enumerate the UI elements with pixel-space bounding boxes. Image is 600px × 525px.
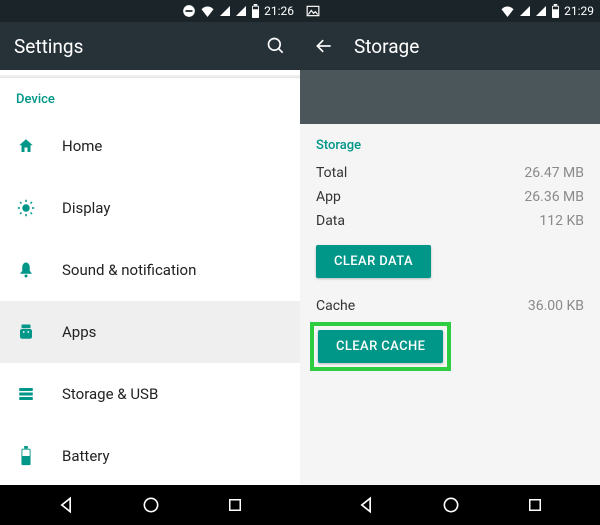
row-label: App [316,189,341,205]
list-item-label: Storage & USB [62,385,158,403]
signal-icon [235,5,247,17]
clear-cache-button[interactable]: CLEAR CACHE [318,330,443,363]
back-button[interactable] [314,36,334,56]
nav-recent[interactable] [226,496,244,514]
clear-data-button[interactable]: CLEAR DATA [316,245,431,278]
settings-item-storage[interactable]: Storage & USB [0,363,300,425]
storage-app-row: App 26.36 MB [300,185,600,209]
signal-icon [519,5,531,17]
nav-bar [0,485,300,525]
search-button[interactable] [266,36,286,56]
app-bar: Storage [300,22,600,70]
list-item-label: Sound & notification [62,261,196,279]
status-bar: 21:26 [0,0,300,22]
nav-home[interactable] [141,495,161,515]
row-value: 36.00 KB [528,298,584,314]
battery-status-icon [251,4,260,18]
page-title: Storage [354,35,586,58]
highlight-clear-cache: CLEAR CACHE [310,322,451,371]
nav-back[interactable] [356,495,376,515]
wifi-icon [200,5,215,17]
settings-item-battery[interactable]: Battery [0,425,300,485]
settings-item-sound[interactable]: Sound & notification [0,239,300,301]
wifi-icon [500,5,515,17]
app-bar: Settings [0,22,300,70]
picture-icon [306,5,320,17]
status-clock: 21:29 [564,4,594,18]
list-item-label: Battery [62,447,110,465]
list-item-label: Apps [62,323,96,341]
status-bar: 21:29 [300,0,600,22]
home-icon [16,137,36,155]
storage-screen: 21:29 Storage Storage Total 26.47 MB App… [300,0,600,525]
settings-screen: 21:26 Settings Device Home Display [0,0,300,525]
nav-home[interactable] [441,495,461,515]
storage-content: Storage Total 26.47 MB App 26.36 MB Data… [300,124,600,485]
section-header: Storage [300,124,600,161]
divider [0,70,300,78]
page-title: Settings [14,35,246,58]
status-clock: 21:26 [264,4,294,18]
nav-recent[interactable] [526,496,544,514]
row-value: 112 KB [539,213,584,229]
bell-icon [16,261,36,279]
row-label: Total [316,165,347,181]
header-block [300,70,600,124]
list-item-label: Display [62,199,110,217]
display-icon [16,199,36,217]
settings-item-apps[interactable]: Apps [0,301,300,363]
apps-icon [16,323,36,341]
row-label: Data [316,213,345,229]
signal-icon [219,5,231,17]
row-value: 26.47 MB [524,165,584,181]
battery-icon [16,446,36,466]
nav-bar [300,485,600,525]
battery-status-icon [551,4,560,18]
storage-total-row: Total 26.47 MB [300,161,600,185]
settings-item-home[interactable]: Home [0,115,300,177]
storage-data-row: Data 112 KB [300,209,600,233]
settings-item-display[interactable]: Display [0,177,300,239]
dnd-icon [182,4,196,18]
list-item-label: Home [62,137,102,155]
storage-cache-row: Cache 36.00 KB [300,294,600,318]
storage-icon [16,385,36,403]
nav-back[interactable] [56,495,76,515]
section-header: Device [0,78,300,115]
signal-icon [535,5,547,17]
settings-content: Device Home Display Sound & notification [0,70,300,485]
row-value: 26.36 MB [524,189,584,205]
row-label: Cache [316,298,355,314]
